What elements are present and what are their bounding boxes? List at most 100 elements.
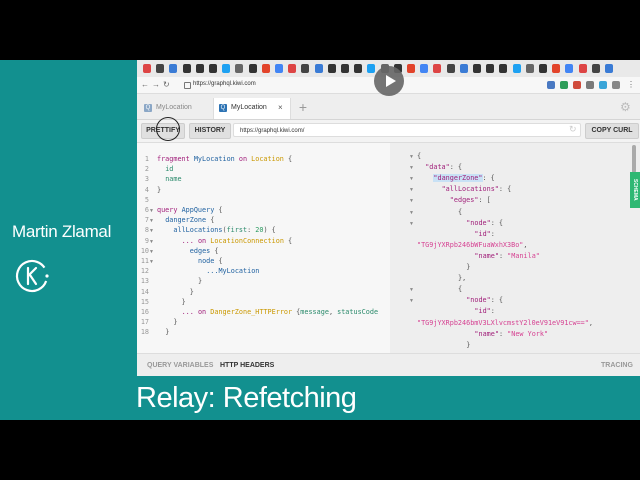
code-token: : { [490, 218, 504, 227]
twitter-icon[interactable] [367, 64, 376, 73]
fold-arrow-icon[interactable]: ▼ [149, 208, 154, 214]
code-token: statusCode [337, 308, 379, 316]
github-icon[interactable] [182, 64, 191, 73]
url-field[interactable]: https://graphql.kiwi.com [193, 81, 256, 87]
query-line: node { [198, 257, 223, 266]
github-icon[interactable] [539, 64, 547, 73]
close-tab-icon[interactable]: × [278, 103, 283, 112]
extension-icon[interactable] [560, 81, 568, 89]
execute-query-button[interactable] [374, 66, 404, 96]
github-icon[interactable] [473, 64, 481, 73]
wikipedia-icon[interactable] [235, 64, 244, 73]
github-icon[interactable] [195, 64, 204, 73]
github-icon[interactable] [354, 64, 363, 73]
results-scrollbar[interactable] [632, 145, 636, 173]
github-icon[interactable] [446, 64, 455, 73]
code-token: node [198, 257, 215, 265]
extension-icon[interactable] [573, 81, 581, 89]
translate-icon[interactable] [605, 64, 613, 73]
tab-mylocation-inactive[interactable]: Q MyLocation [139, 98, 211, 119]
github-icon[interactable] [486, 64, 495, 73]
fold-arrow-icon[interactable]: ▼ [409, 210, 414, 216]
fold-arrow-icon[interactable]: ▼ [149, 239, 154, 245]
fold-arrow-icon[interactable]: ▼ [149, 249, 154, 255]
code-token: , [523, 240, 528, 249]
query-variables-tab[interactable]: QUERY VARIABLES [147, 362, 213, 369]
fold-arrow-icon[interactable]: ▼ [409, 154, 414, 160]
code-token: { [417, 152, 422, 160]
translate-icon[interactable] [169, 64, 178, 73]
fold-arrow-icon[interactable]: ▼ [149, 228, 154, 234]
fold-arrow-icon[interactable]: ▼ [149, 218, 154, 224]
code-token: "name" [474, 251, 499, 260]
gmail-icon[interactable] [433, 64, 442, 73]
github-icon[interactable] [341, 64, 349, 73]
github-icon[interactable] [248, 64, 257, 73]
translate-icon[interactable] [459, 64, 468, 73]
twitter-icon[interactable] [222, 64, 231, 73]
github-icon[interactable] [327, 64, 336, 73]
code-token: { [283, 155, 293, 163]
history-button[interactable]: HISTORY [189, 123, 231, 139]
code-token: ) { [263, 226, 276, 235]
query-editor[interactable]: 1 fragment MyLocation on Location {2 id 3 na… [137, 143, 390, 353]
code-token: : { [490, 296, 504, 305]
results-viewer[interactable]: ▼{▼ "data": {▼ "dangerZone": {▼ "allLocatio… [390, 143, 640, 353]
query-line: query AppQuery { [157, 206, 223, 215]
github-icon[interactable] [301, 64, 310, 73]
line-number: 16 [140, 308, 149, 316]
gitlab-icon[interactable] [407, 64, 415, 73]
http-headers-tab[interactable]: HTTP HEADERS [220, 362, 274, 369]
code-token: } [198, 277, 203, 286]
extension-icon[interactable] [586, 81, 594, 89]
gmail-icon[interactable] [143, 64, 151, 73]
reload-icon[interactable]: ↻ [163, 80, 170, 89]
chrome-icon[interactable] [275, 64, 283, 73]
twitter-icon[interactable] [512, 64, 521, 73]
code-token: { [206, 216, 215, 225]
schema-tab[interactable]: SCHEMA [630, 172, 640, 208]
fold-arrow-icon[interactable]: ▼ [409, 187, 414, 193]
gitlab-icon[interactable] [261, 64, 270, 73]
refresh-schema-icon[interactable]: ↻ [569, 124, 577, 135]
menu-icon[interactable]: ⋮ [627, 80, 635, 89]
chrome-icon[interactable] [565, 64, 574, 73]
settings-gear-icon[interactable]: ⚙ [620, 100, 631, 114]
endpoint-input[interactable]: https://graphql.kiwi.com/ [233, 123, 581, 137]
result-line: "name": "New York" [474, 330, 548, 339]
tracing-tab[interactable]: TRACING [601, 362, 633, 369]
back-icon[interactable]: ← [141, 80, 149, 89]
wikipedia-icon[interactable] [525, 64, 534, 73]
translate-icon[interactable] [314, 64, 323, 73]
line-number: 18 [140, 328, 149, 337]
github-icon[interactable] [591, 64, 600, 73]
query-line: name [165, 175, 181, 184]
fold-arrow-icon[interactable]: ▼ [409, 176, 414, 182]
query-line: ...MyLocation [206, 267, 259, 276]
fold-arrow-icon[interactable]: ▼ [409, 298, 414, 304]
gmail-icon[interactable] [288, 64, 297, 73]
add-tab-button[interactable]: + [293, 98, 313, 116]
fold-arrow-icon[interactable]: ▼ [409, 198, 414, 204]
code-token: name [165, 175, 182, 184]
forward-icon[interactable]: → [152, 80, 160, 89]
fold-arrow-icon[interactable]: ▼ [409, 287, 414, 293]
github-icon[interactable] [499, 64, 508, 73]
gmail-icon[interactable] [578, 64, 587, 73]
fold-arrow-icon[interactable]: ▼ [409, 221, 414, 227]
github-icon[interactable] [156, 64, 165, 73]
chrome-icon[interactable] [420, 64, 429, 73]
gitlab-icon[interactable] [552, 64, 561, 73]
code-token: { [283, 236, 293, 245]
result-line: { [458, 285, 462, 294]
extension-icon[interactable] [612, 81, 620, 89]
fold-arrow-icon[interactable]: ▼ [409, 165, 414, 171]
extension-icon[interactable] [599, 81, 607, 89]
copy-curl-button[interactable]: COPY CURL [585, 123, 639, 139]
github-icon[interactable] [209, 64, 217, 73]
extension-icon[interactable] [547, 81, 555, 89]
tab-mylocation-active[interactable]: Q MyLocation × [213, 98, 291, 119]
code-token: "node" [466, 296, 491, 305]
code-token: "TG9jYXRpb246bWFuaWxhX3Bo" [417, 240, 524, 249]
fold-arrow-icon[interactable]: ▼ [149, 259, 154, 265]
